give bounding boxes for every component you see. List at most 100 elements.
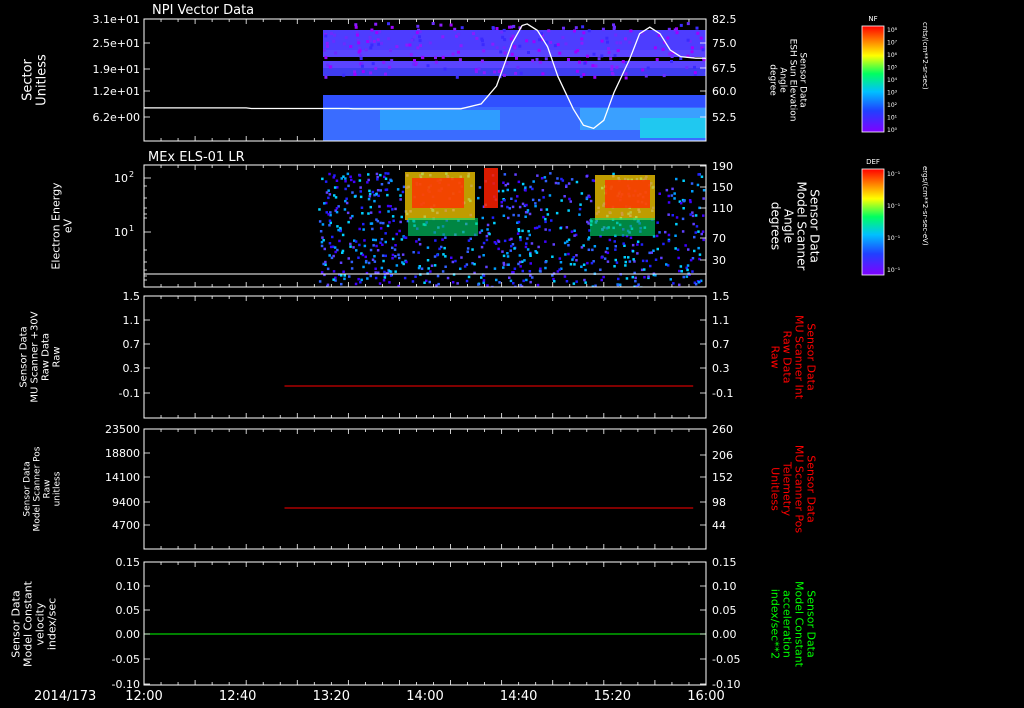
heatmap-cell (356, 33, 359, 37)
heatmap-cell (512, 282, 515, 285)
y-tick-exponent: 2 (129, 170, 134, 179)
heatmap-cell (396, 188, 400, 191)
heatmap-cell (358, 227, 361, 231)
heatmap-cell (324, 75, 328, 79)
heatmap-cell (680, 270, 683, 273)
heatmap-cell (518, 44, 522, 48)
heatmap-cell (472, 32, 475, 36)
heatmap-cell (590, 261, 594, 265)
y-tick-label: 23500 (105, 423, 140, 436)
heatmap-cell (463, 265, 467, 268)
y-tick-label: 4700 (112, 519, 140, 532)
heatmap-cell (383, 276, 387, 279)
heatmap-cell (677, 256, 680, 260)
heatmap-cell (435, 284, 438, 287)
heatmap-cell (355, 249, 358, 252)
heatmap-cell (502, 261, 505, 265)
heatmap-cell (488, 232, 491, 236)
heatmap-cell (365, 259, 368, 263)
heatmap-cell (410, 38, 414, 42)
heatmap-cell (676, 248, 680, 251)
heatmap-cell (342, 42, 346, 46)
heatmap-cell (457, 50, 460, 54)
heatmap-cell (363, 244, 367, 248)
heatmap-cell (673, 28, 677, 32)
heatmap-cell (495, 46, 499, 50)
y-tick-label: 1.2e+01 (93, 85, 140, 98)
y-tick-label: 0.00 (116, 628, 141, 641)
panel-npi-vector: NPI Vector Data 3.1e+01 2.5e+01 1.9e+01 1.2… (93, 3, 737, 142)
y-axis-label: Sector (21, 58, 36, 100)
heatmap-cell (454, 259, 457, 263)
heatmap-cell (674, 234, 677, 237)
heatmap-cell (373, 255, 376, 258)
heatmap-cell (395, 232, 398, 236)
heatmap-cell (360, 62, 364, 66)
colorbar-tick-label: 10⁻¹ (887, 267, 901, 274)
heatmap-cell (701, 48, 705, 52)
heatmap-cell (632, 258, 635, 261)
heatmap-cell (398, 229, 401, 233)
heatmap-cell (347, 184, 350, 188)
heatmap-cell (600, 54, 604, 58)
heatmap-cell (561, 36, 565, 39)
heatmap-cell (587, 222, 590, 225)
heatmap-cell (343, 277, 346, 281)
heatmap-cell (323, 48, 327, 52)
heatmap-cell (567, 252, 570, 256)
heatmap-cell (685, 275, 689, 278)
heatmap-cell (482, 279, 486, 282)
heatmap-cell (481, 216, 484, 220)
heatmap-cell (700, 232, 703, 236)
heatmap-cell (612, 23, 615, 27)
heatmap-cell (394, 244, 397, 247)
heatmap-cell (625, 277, 629, 280)
heatmap-cell (473, 262, 476, 266)
heatmap-band (412, 178, 464, 208)
heatmap-cell (421, 56, 425, 60)
heatmap-cell (535, 251, 539, 254)
heatmap-cell (562, 26, 565, 30)
heatmap-cell (377, 194, 380, 197)
y-tick-label: 9400 (112, 496, 140, 509)
heatmap-cell (478, 231, 482, 234)
date-label: 2014/173 (34, 689, 96, 704)
heatmap-cell (569, 263, 573, 266)
heatmap-cell (613, 54, 617, 58)
heatmap-cell (320, 240, 324, 244)
heatmap-cell (690, 50, 694, 54)
heatmap-cell (695, 26, 699, 30)
heatmap-cell (375, 244, 378, 248)
y2-tick-label: 0.05 (712, 604, 737, 617)
heatmap-cell (331, 235, 334, 239)
heatmap-cell (655, 234, 659, 238)
heatmap-cell (514, 173, 517, 176)
heatmap-cell (353, 195, 357, 198)
heatmap-cell (556, 270, 560, 273)
heatmap-cell (429, 270, 432, 273)
heatmap-cell (629, 236, 633, 239)
heatmap-cell (480, 245, 484, 249)
heatmap-cell (516, 232, 520, 235)
heatmap-cell (631, 250, 635, 253)
time-tick-label: 12:00 (125, 689, 162, 704)
heatmap-cell (335, 210, 339, 214)
heatmap-cell (400, 238, 404, 241)
heatmap-cell (449, 23, 453, 27)
heatmap-cell (656, 247, 659, 251)
heatmap-cell (640, 243, 644, 246)
heatmap-cell (388, 65, 392, 69)
panel-mu-scanner-raw: 1.5 1.1 0.7 0.3 -0.1 1.5 1.1 0.7 0.3 -0.1 (119, 290, 733, 419)
y2-axis-label: Angle (782, 209, 796, 243)
heatmap-cell (636, 243, 639, 246)
heatmap-cell (354, 282, 358, 286)
heatmap-cell (627, 256, 630, 259)
heatmap-cell (614, 33, 618, 37)
heatmap-cell (394, 207, 397, 211)
heatmap-cell (386, 224, 390, 228)
y-tick-label: -0.1 (119, 387, 140, 400)
heatmap-cell (529, 280, 532, 284)
heatmap-cell (415, 240, 418, 243)
heatmap-cell (628, 260, 632, 263)
heatmap-cell (643, 268, 646, 271)
